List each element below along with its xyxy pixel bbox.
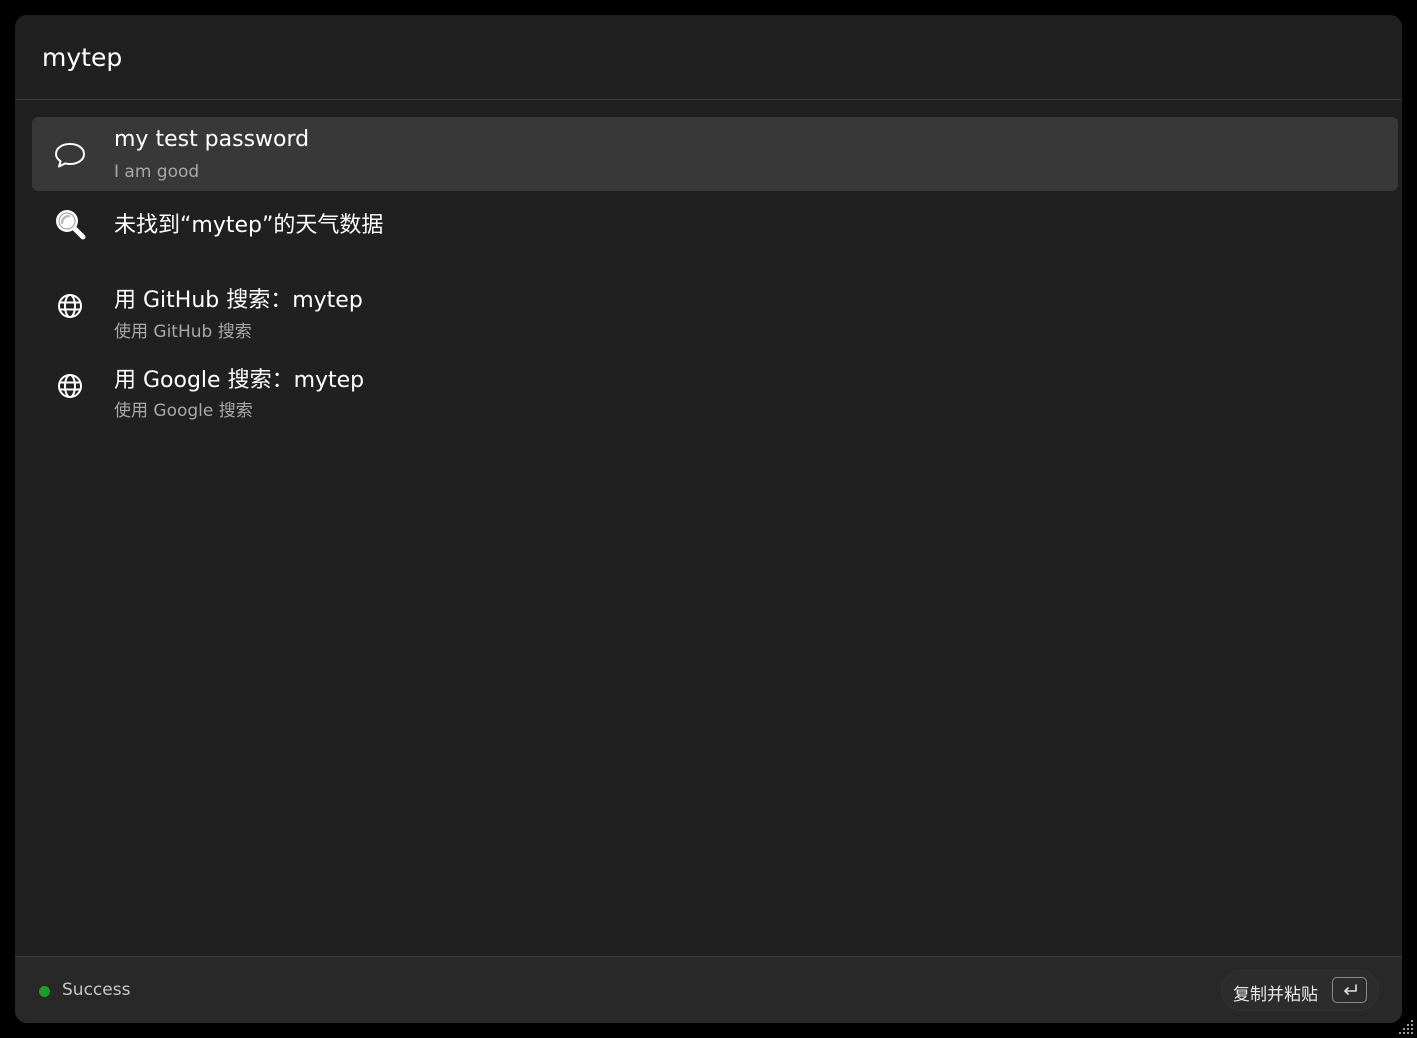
result-subtitle: 使用 GitHub 搜索 (114, 322, 252, 342)
result-item-github-search[interactable]: 用 GitHub 搜索：mytep 使用 GitHub 搜索 (32, 269, 1398, 343)
result-title: 用 Google 搜索：mytep (114, 368, 365, 393)
status-text: Success (62, 980, 131, 1000)
enter-key-icon (1332, 977, 1367, 1003)
chat-bubble-icon (53, 138, 87, 172)
globe-icon (53, 369, 87, 403)
status-bar: Success 复制并粘贴 (15, 956, 1402, 1023)
result-item-google-search[interactable]: 用 Google 搜索：mytep 使用 Google 搜索 (32, 349, 1398, 423)
resize-grip-icon[interactable] (1399, 1020, 1415, 1036)
status-dot-icon (39, 986, 50, 997)
action-label: 复制并粘贴 (1233, 985, 1318, 1005)
globe-icon (53, 289, 87, 323)
launcher-window: my test password I am good 未找到“mytep”的天气… (15, 15, 1402, 1023)
result-title: 未找到“mytep”的天气数据 (114, 213, 384, 238)
result-subtitle: I am good (114, 162, 200, 182)
result-item-weather[interactable]: 未找到“mytep”的天气数据 (32, 199, 1398, 253)
result-title: my test password (114, 127, 310, 152)
search-input[interactable] (42, 35, 1342, 79)
copy-and-paste-button[interactable]: 复制并粘贴 (1221, 970, 1379, 1011)
weather-search-icon (53, 207, 87, 241)
result-title: 用 GitHub 搜索：mytep (114, 288, 363, 313)
search-bar (15, 15, 1402, 100)
result-item-password[interactable]: my test password I am good (32, 117, 1398, 191)
result-subtitle: 使用 Google 搜索 (114, 401, 253, 421)
